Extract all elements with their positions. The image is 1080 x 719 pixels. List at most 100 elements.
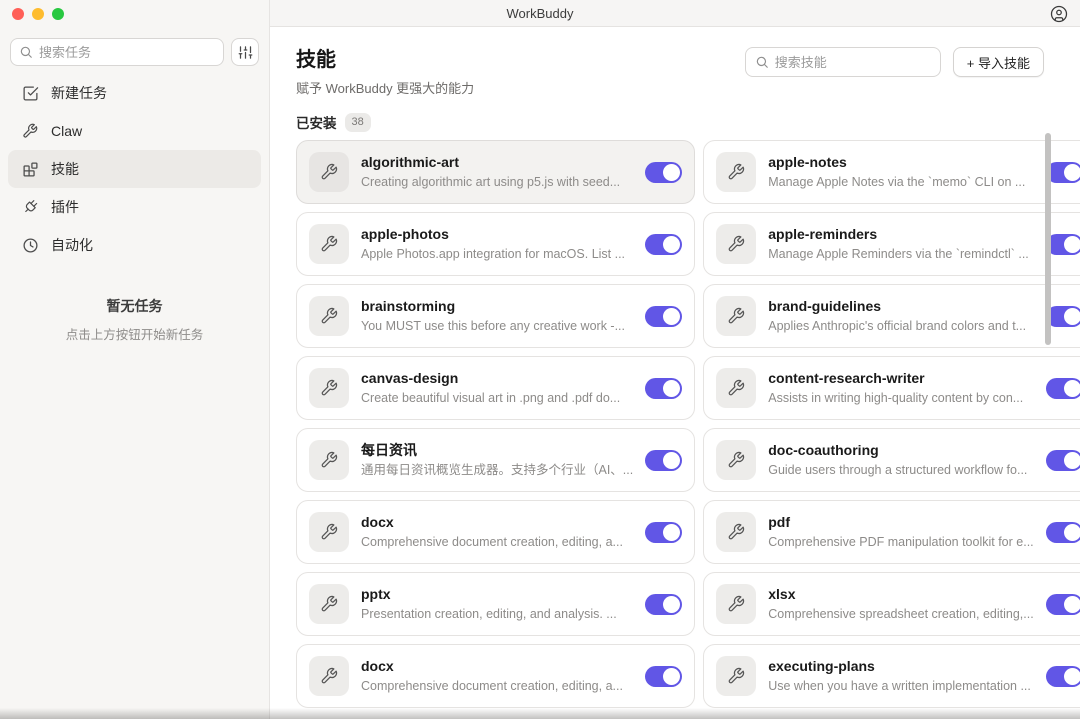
empty-state: 暂无任务 点击上方按钮开始新任务: [0, 296, 269, 343]
skill-toggle[interactable]: [645, 450, 682, 471]
skill-card-text: docx Comprehensive document creation, ed…: [361, 658, 633, 694]
wrench-icon: [716, 368, 756, 408]
skill-name: apple-photos: [361, 226, 633, 243]
skill-name: canvas-design: [361, 370, 633, 387]
skill-description: Comprehensive document creation, editing…: [361, 534, 633, 550]
skill-description: Guide users through a structured workflo…: [768, 462, 1033, 478]
toggle-knob: [663, 380, 680, 397]
traffic-lights: [12, 8, 64, 20]
import-skill-button[interactable]: + 导入技能: [953, 47, 1044, 77]
task-search-input[interactable]: [39, 45, 215, 60]
close-window-button[interactable]: [12, 8, 24, 20]
skill-card[interactable]: docx Comprehensive document creation, ed…: [296, 500, 695, 564]
skill-card-text: brainstorming You MUST use this before a…: [361, 298, 633, 334]
skill-toggle[interactable]: [645, 378, 682, 399]
skill-name: content-research-writer: [768, 370, 1033, 387]
sidebar-item-new-task[interactable]: 新建任务: [8, 74, 261, 112]
skill-toggle[interactable]: [645, 666, 682, 687]
toggle-knob: [663, 668, 680, 685]
user-account-icon[interactable]: [1050, 5, 1068, 23]
sliders-icon: [238, 45, 253, 60]
wrench-icon: [716, 440, 756, 480]
skill-toggle[interactable]: [645, 306, 682, 327]
skill-description: 通用每日资讯概览生成器。支持多个行业（AI、...: [361, 462, 633, 478]
sidebar-item-label: 插件: [51, 197, 79, 217]
skill-card-text: content-research-writer Assists in writi…: [768, 370, 1033, 406]
wrench-icon: [716, 296, 756, 336]
skill-card-text: xlsx Comprehensive spreadsheet creation,…: [768, 586, 1033, 622]
skill-description: Applies Anthropic's official brand color…: [768, 318, 1033, 334]
skill-toggle[interactable]: [645, 594, 682, 615]
skill-card[interactable]: apple-reminders Manage Apple Reminders v…: [703, 212, 1080, 276]
skill-name: docx: [361, 514, 633, 531]
skill-search-input[interactable]: [775, 55, 931, 70]
main-panel: 技能 赋予 WorkBuddy 更强大的能力 + 导入技能: [270, 27, 1080, 719]
toggle-knob: [663, 596, 680, 613]
sidebar-item-automation[interactable]: 自动化: [8, 226, 261, 264]
wrench-icon: [716, 512, 756, 552]
wrench-icon: [309, 656, 349, 696]
wrench-icon: [309, 296, 349, 336]
skill-toggle[interactable]: [1046, 450, 1080, 471]
skill-card-text: executing-plans Use when you have a writ…: [768, 658, 1033, 694]
skill-name: executing-plans: [768, 658, 1033, 675]
plug-icon: [18, 195, 42, 219]
skill-card[interactable]: apple-photos Apple Photos.app integratio…: [296, 212, 695, 276]
skill-search-field[interactable]: [745, 47, 941, 77]
claw-icon: [22, 123, 39, 140]
skill-card-text: pptx Presentation creation, editing, and…: [361, 586, 633, 622]
skill-card[interactable]: xlsx Comprehensive spreadsheet creation,…: [703, 572, 1080, 636]
skill-card[interactable]: pptx Presentation creation, editing, and…: [296, 572, 695, 636]
checkbox-icon: [22, 85, 39, 102]
wrench-icon: [716, 224, 756, 264]
wrench-icon: [309, 368, 349, 408]
search-icon: [755, 55, 769, 69]
skill-toggle[interactable]: [1046, 378, 1080, 399]
task-search-field[interactable]: [10, 38, 224, 66]
toggle-knob: [663, 452, 680, 469]
skill-description: Presentation creation, editing, and anal…: [361, 606, 633, 622]
skill-card[interactable]: algorithmic-art Creating algorithmic art…: [296, 140, 695, 204]
installed-count-badge: 38: [345, 113, 371, 132]
skill-card-text: docx Comprehensive document creation, ed…: [361, 514, 633, 550]
skill-toggle[interactable]: [1046, 522, 1080, 543]
zoom-window-button[interactable]: [52, 8, 64, 20]
skill-name: apple-reminders: [768, 226, 1033, 243]
page-title: 技能: [296, 47, 474, 73]
skill-card[interactable]: doc-coauthoring Guide users through a st…: [703, 428, 1080, 492]
empty-state-subtitle: 点击上方按钮开始新任务: [0, 324, 269, 343]
skill-card[interactable]: brand-guidelines Applies Anthropic's off…: [703, 284, 1080, 348]
skill-description: Creating algorithmic art using p5.js wit…: [361, 174, 633, 190]
titlebar: [270, 0, 1080, 27]
skill-card[interactable]: executing-plans Use when you have a writ…: [703, 644, 1080, 708]
toggle-knob: [1064, 236, 1080, 253]
skill-description: Assists in writing high-quality content …: [768, 390, 1033, 406]
filter-button[interactable]: [231, 38, 259, 66]
skill-description: Manage Apple Reminders via the `remindct…: [768, 246, 1033, 262]
skill-toggle[interactable]: [1046, 594, 1080, 615]
skill-card[interactable]: brainstorming You MUST use this before a…: [296, 284, 695, 348]
minimize-window-button[interactable]: [32, 8, 44, 20]
skill-card[interactable]: pdf Comprehensive PDF manipulation toolk…: [703, 500, 1080, 564]
sidebar-item-plugins[interactable]: 插件: [8, 188, 261, 226]
skill-card[interactable]: apple-notes Manage Apple Notes via the `…: [703, 140, 1080, 204]
skill-card[interactable]: 每日资讯 通用每日资讯概览生成器。支持多个行业（AI、...: [296, 428, 695, 492]
skill-toggle[interactable]: [645, 522, 682, 543]
skill-toggle[interactable]: [645, 162, 682, 183]
skill-card[interactable]: canvas-design Create beautiful visual ar…: [296, 356, 695, 420]
skill-toggle[interactable]: [645, 234, 682, 255]
sidebar-nav: 新建任务 Claw 技能: [0, 74, 269, 264]
skill-card[interactable]: content-research-writer Assists in writi…: [703, 356, 1080, 420]
toggle-knob: [1064, 668, 1080, 685]
skill-description: Comprehensive document creation, editing…: [361, 678, 633, 694]
skill-card[interactable]: docx Comprehensive document creation, ed…: [296, 644, 695, 708]
sidebar-item-claw[interactable]: Claw: [8, 112, 261, 150]
wrench-icon: [309, 584, 349, 624]
toggle-knob: [1064, 596, 1080, 613]
sidebar-item-skills[interactable]: 技能: [8, 150, 261, 188]
scrollbar-thumb[interactable]: [1045, 133, 1051, 345]
skill-card-text: doc-coauthoring Guide users through a st…: [768, 442, 1033, 478]
skill-description: Create beautiful visual art in .png and …: [361, 390, 633, 406]
skill-toggle[interactable]: [1046, 666, 1080, 687]
empty-state-title: 暂无任务: [0, 296, 269, 316]
